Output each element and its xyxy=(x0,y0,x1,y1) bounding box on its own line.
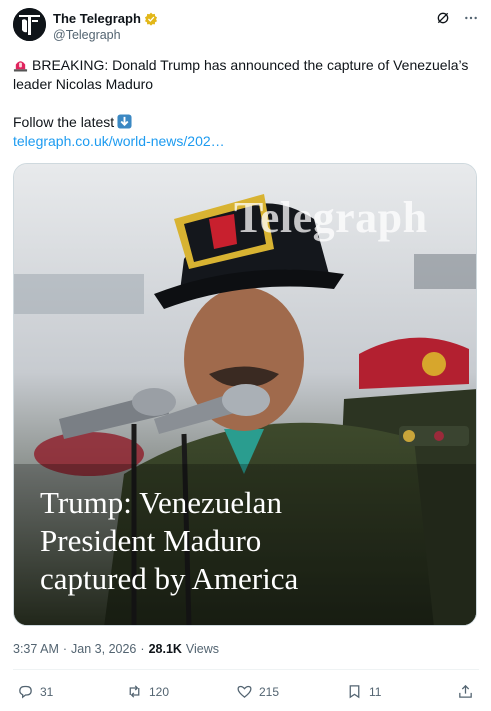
bookmark-count: 11 xyxy=(369,684,382,699)
down-arrow-emoji-icon xyxy=(117,114,132,129)
repost-button[interactable]: 120 xyxy=(126,683,169,700)
tweet-text: BREAKING: Donald Trump has announced the… xyxy=(13,56,479,151)
views-label: Views xyxy=(185,642,220,656)
headline-line: President Maduro xyxy=(40,523,262,558)
headline-line: Trump: Venezuelan xyxy=(40,485,282,520)
views-count: 28.1K xyxy=(148,642,182,656)
tweet-date[interactable]: Jan 3, 2026 xyxy=(71,642,136,656)
media-headline: Trump: Venezuelan President Maduro captu… xyxy=(40,484,460,598)
headline-line: captured by America xyxy=(40,561,299,596)
telegraph-logo xyxy=(13,8,46,41)
tweet-meta: 3:37 AM · Jan 3, 2026 · 28.1K Views xyxy=(13,642,219,656)
avatar[interactable] xyxy=(13,8,46,41)
grok-icon[interactable] xyxy=(435,10,451,26)
reply-count: 31 xyxy=(40,684,54,699)
tweet-line-1: BREAKING: Donald Trump has announced the… xyxy=(13,57,469,92)
telegraph-watermark: Telegraph xyxy=(234,193,428,242)
bookmark-button[interactable]: 11 xyxy=(346,683,381,700)
action-bar: 31 120 215 11 xyxy=(13,683,479,703)
tweet-time[interactable]: 3:37 AM xyxy=(13,642,59,656)
like-count: 215 xyxy=(259,684,280,699)
share-icon xyxy=(459,684,472,698)
more-icon[interactable] xyxy=(463,10,479,26)
tweet-line-2: Follow the latest xyxy=(13,114,115,130)
divider xyxy=(13,669,479,670)
meta-separator: · xyxy=(140,642,145,656)
handle[interactable]: @Telegraph xyxy=(53,27,158,43)
siren-emoji-icon xyxy=(13,61,28,72)
meta-separator: · xyxy=(62,642,68,656)
share-button[interactable] xyxy=(457,683,474,700)
verified-badge-icon xyxy=(144,12,157,26)
reply-button[interactable]: 31 xyxy=(17,683,53,700)
repost-count: 120 xyxy=(149,684,170,699)
repost-icon xyxy=(129,685,140,698)
media-image[interactable]: Telegraph Trump: Venezuelan President Ma… xyxy=(13,163,477,626)
display-name[interactable]: The Telegraph xyxy=(53,10,141,27)
bookmark-icon xyxy=(349,685,360,699)
like-icon xyxy=(237,685,252,698)
tweet-header: The Telegraph @Telegraph xyxy=(13,8,479,46)
article-link[interactable]: telegraph.co.uk/world-news/202… xyxy=(13,133,225,149)
like-button[interactable]: 215 xyxy=(236,683,279,700)
reply-icon xyxy=(19,685,32,699)
